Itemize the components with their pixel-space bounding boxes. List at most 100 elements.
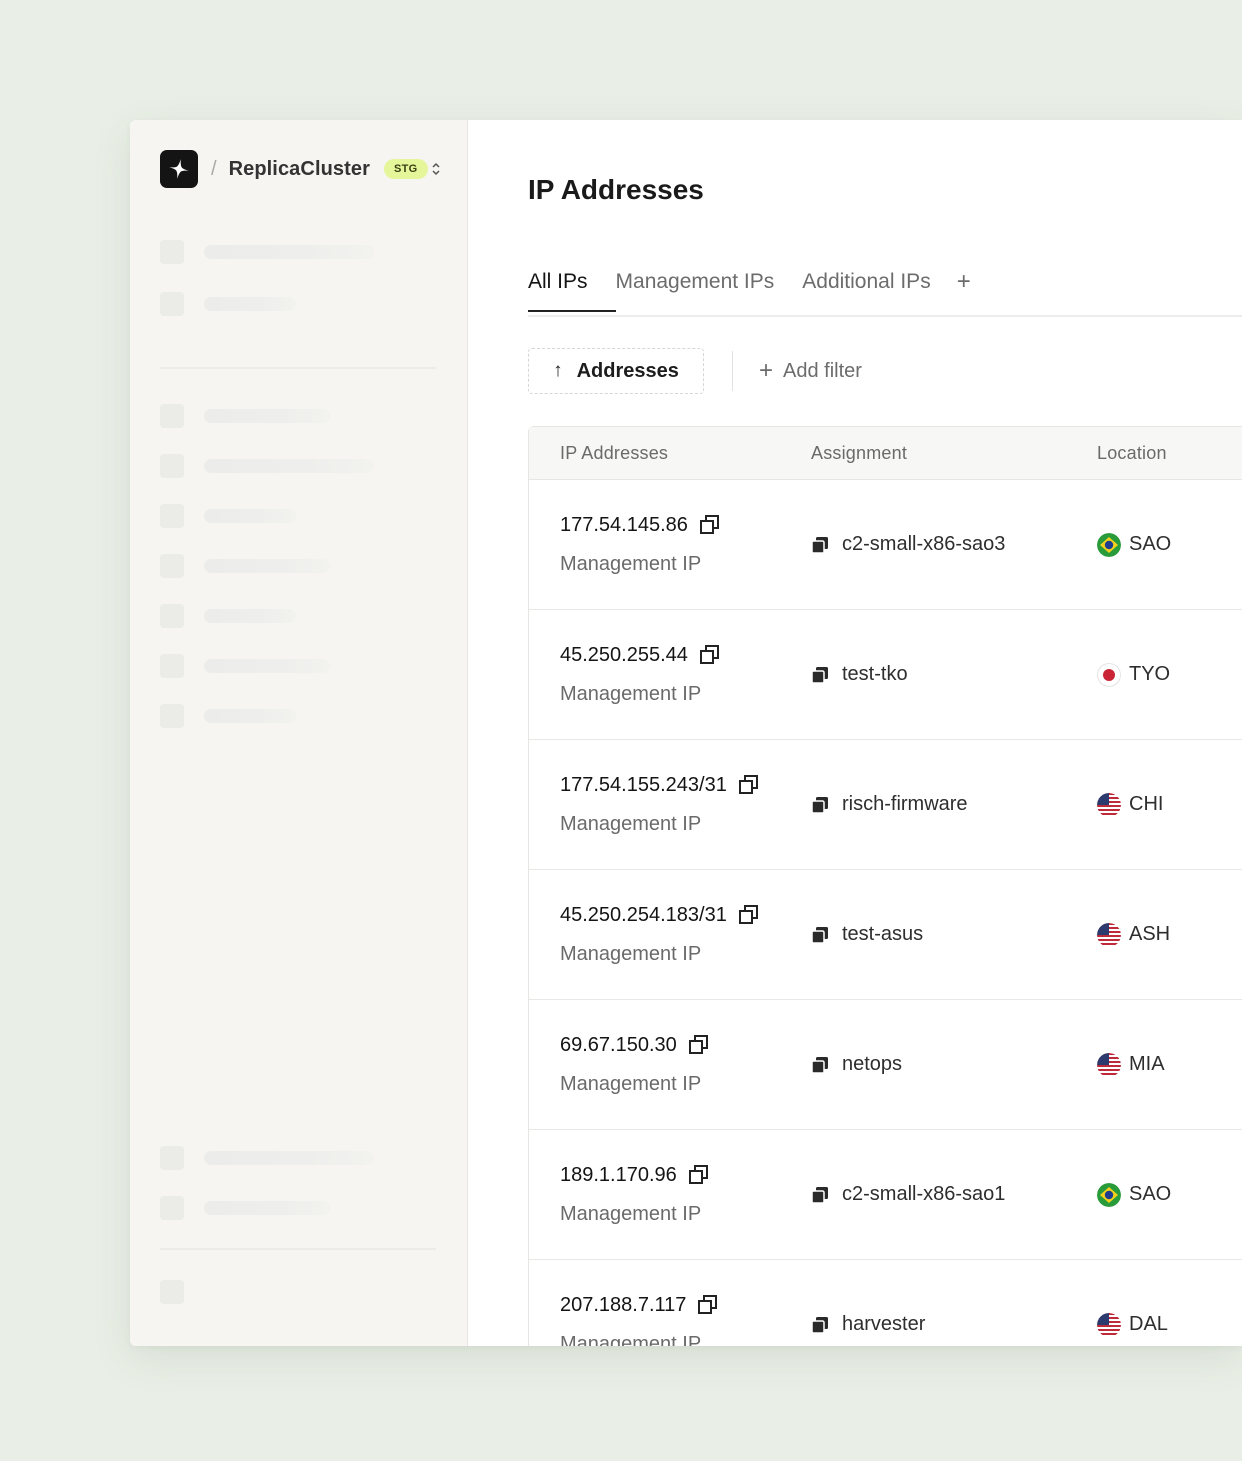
breadcrumb-separator: / xyxy=(211,157,217,180)
ip-cell: 45.250.255.44 Management IP xyxy=(529,643,811,706)
assignment-cell[interactable]: test-tko xyxy=(811,663,1097,686)
table-header: IP Addresses Assignment Location xyxy=(529,427,1242,480)
table-row[interactable]: 69.67.150.30 Management IP netops MIA xyxy=(529,1000,1242,1130)
table-row[interactable]: 207.188.7.117 Management IP harvester DA… xyxy=(529,1260,1242,1347)
ip-type: Management IP xyxy=(560,683,702,705)
chevron-up-down-icon[interactable] xyxy=(432,162,440,176)
assignment-name: test-tko xyxy=(842,663,908,685)
brazil-flag-icon xyxy=(1097,532,1121,557)
main-content: IP Addresses All IPs Management IPs Addi… xyxy=(468,120,1242,1346)
location-code: DAL xyxy=(1129,1313,1168,1335)
arrow-up-icon: ↑ xyxy=(553,360,563,381)
ip-address: 69.67.150.30 xyxy=(560,1033,677,1056)
nav-item-placeholder xyxy=(160,504,296,528)
copy-icon[interactable] xyxy=(737,903,761,927)
assignment-name: c2-small-x86-sao1 xyxy=(842,1183,1006,1205)
nav-item-placeholder xyxy=(160,654,330,678)
sort-button[interactable]: ↑ Addresses xyxy=(528,348,704,394)
tab-additional-ips[interactable]: Additional IPs xyxy=(802,270,930,310)
nav-item-placeholder xyxy=(160,454,374,478)
ip-address: 177.54.155.243/31 xyxy=(560,773,727,796)
copy-icon[interactable] xyxy=(687,1163,711,1187)
location-code: SAO xyxy=(1129,533,1172,555)
ip-address: 45.250.255.44 xyxy=(560,643,688,666)
copy-icon[interactable] xyxy=(698,513,722,537)
nav-item-placeholder xyxy=(160,1146,374,1170)
nav-item-placeholder xyxy=(160,604,296,628)
server-icon xyxy=(811,926,828,944)
table-row[interactable]: 45.250.255.44 Management IP test-tko TYO xyxy=(529,610,1242,740)
location-cell: MIA xyxy=(1097,1052,1242,1077)
table-row[interactable]: 45.250.254.183/31 Management IP test-asu… xyxy=(529,870,1242,1000)
column-header-ip[interactable]: IP Addresses xyxy=(529,443,811,464)
sort-label: Addresses xyxy=(576,359,679,382)
assignment-name: netops xyxy=(842,1053,903,1075)
location-cell: SAO xyxy=(1097,1182,1242,1207)
ip-address: 189.1.170.96 xyxy=(560,1163,677,1186)
copy-icon[interactable] xyxy=(687,1033,711,1057)
project-switcher[interactable]: / ReplicaCluster STG xyxy=(160,150,440,188)
assignment-cell[interactable]: test-asus xyxy=(811,923,1097,946)
server-icon xyxy=(811,536,828,554)
location-cell: CHI xyxy=(1097,792,1242,817)
brazil-flag-icon xyxy=(1097,1182,1121,1207)
location-cell: DAL xyxy=(1097,1312,1242,1337)
ip-type: Management IP xyxy=(560,1333,702,1346)
ip-cell: 45.250.254.183/31 Management IP xyxy=(529,903,811,966)
ip-type: Management IP xyxy=(560,1203,702,1225)
assignment-cell[interactable]: harvester xyxy=(811,1313,1097,1336)
sidebar-divider xyxy=(160,367,436,369)
ip-cell: 207.188.7.117 Management IP xyxy=(529,1293,811,1346)
server-icon xyxy=(811,1186,828,1204)
usa-flag-icon xyxy=(1097,1312,1121,1337)
table-row[interactable]: 177.54.145.86 Management IP c2-small-x86… xyxy=(529,480,1242,610)
nav-item-placeholder xyxy=(160,704,296,728)
copy-icon[interactable] xyxy=(698,643,722,667)
ip-cell: 177.54.145.86 Management IP xyxy=(529,513,811,576)
table-row[interactable]: 177.54.155.243/31 Management IP risch-fi… xyxy=(529,740,1242,870)
column-header-assignment[interactable]: Assignment xyxy=(811,443,1097,464)
ip-table: IP Addresses Assignment Location 177.54.… xyxy=(528,426,1242,1346)
app-logo xyxy=(160,150,198,188)
server-icon xyxy=(811,796,828,814)
nav-item-placeholder xyxy=(160,292,296,316)
copy-icon[interactable] xyxy=(696,1293,720,1317)
ip-address: 207.188.7.117 xyxy=(560,1293,687,1316)
assignment-cell[interactable]: c2-small-x86-sao3 xyxy=(811,533,1097,556)
tab-bar: All IPs Management IPs Additional IPs + xyxy=(528,270,1242,317)
assignment-cell[interactable]: netops xyxy=(811,1053,1097,1076)
environment-badge: STG xyxy=(384,159,428,179)
toolbar: ↑ Addresses + Add filter xyxy=(528,348,862,394)
ip-type: Management IP xyxy=(560,1073,702,1095)
server-icon xyxy=(811,1316,828,1334)
assignment-cell[interactable]: c2-small-x86-sao1 xyxy=(811,1183,1097,1206)
copy-icon[interactable] xyxy=(737,773,761,797)
ip-address: 177.54.145.86 xyxy=(560,513,688,536)
project-name: ReplicaCluster xyxy=(228,157,371,180)
ip-type: Management IP xyxy=(560,813,702,835)
assignment-name: harvester xyxy=(842,1313,926,1335)
ip-cell: 177.54.155.243/31 Management IP xyxy=(529,773,811,836)
add-tab-icon[interactable]: + xyxy=(957,270,971,294)
column-header-location[interactable]: Location xyxy=(1097,443,1242,464)
server-icon xyxy=(811,1056,828,1074)
location-cell: ASH xyxy=(1097,922,1242,947)
usa-flag-icon xyxy=(1097,1052,1121,1077)
table-body: 177.54.145.86 Management IP c2-small-x86… xyxy=(529,480,1242,1346)
tab-all-ips[interactable]: All IPs xyxy=(528,270,615,312)
page-title: IP Addresses xyxy=(528,174,704,205)
table-row[interactable]: 189.1.170.96 Management IP c2-small-x86-… xyxy=(529,1130,1242,1260)
location-code: SAO xyxy=(1129,1183,1172,1205)
ip-address: 45.250.254.183/31 xyxy=(560,903,727,926)
sidebar: / ReplicaCluster STG xyxy=(130,120,468,1346)
add-filter-label: Add filter xyxy=(783,359,862,382)
nav-item-placeholder xyxy=(160,240,374,264)
usa-flag-icon xyxy=(1097,792,1121,817)
tab-management-ips[interactable]: Management IPs xyxy=(616,270,775,310)
add-filter-button[interactable]: + Add filter xyxy=(759,359,862,383)
usa-flag-icon xyxy=(1097,922,1121,947)
assignment-cell[interactable]: risch-firmware xyxy=(811,793,1097,816)
nav-item-placeholder xyxy=(160,1280,184,1304)
nav-item-placeholder xyxy=(160,1196,330,1220)
location-cell: TYO xyxy=(1097,662,1242,687)
